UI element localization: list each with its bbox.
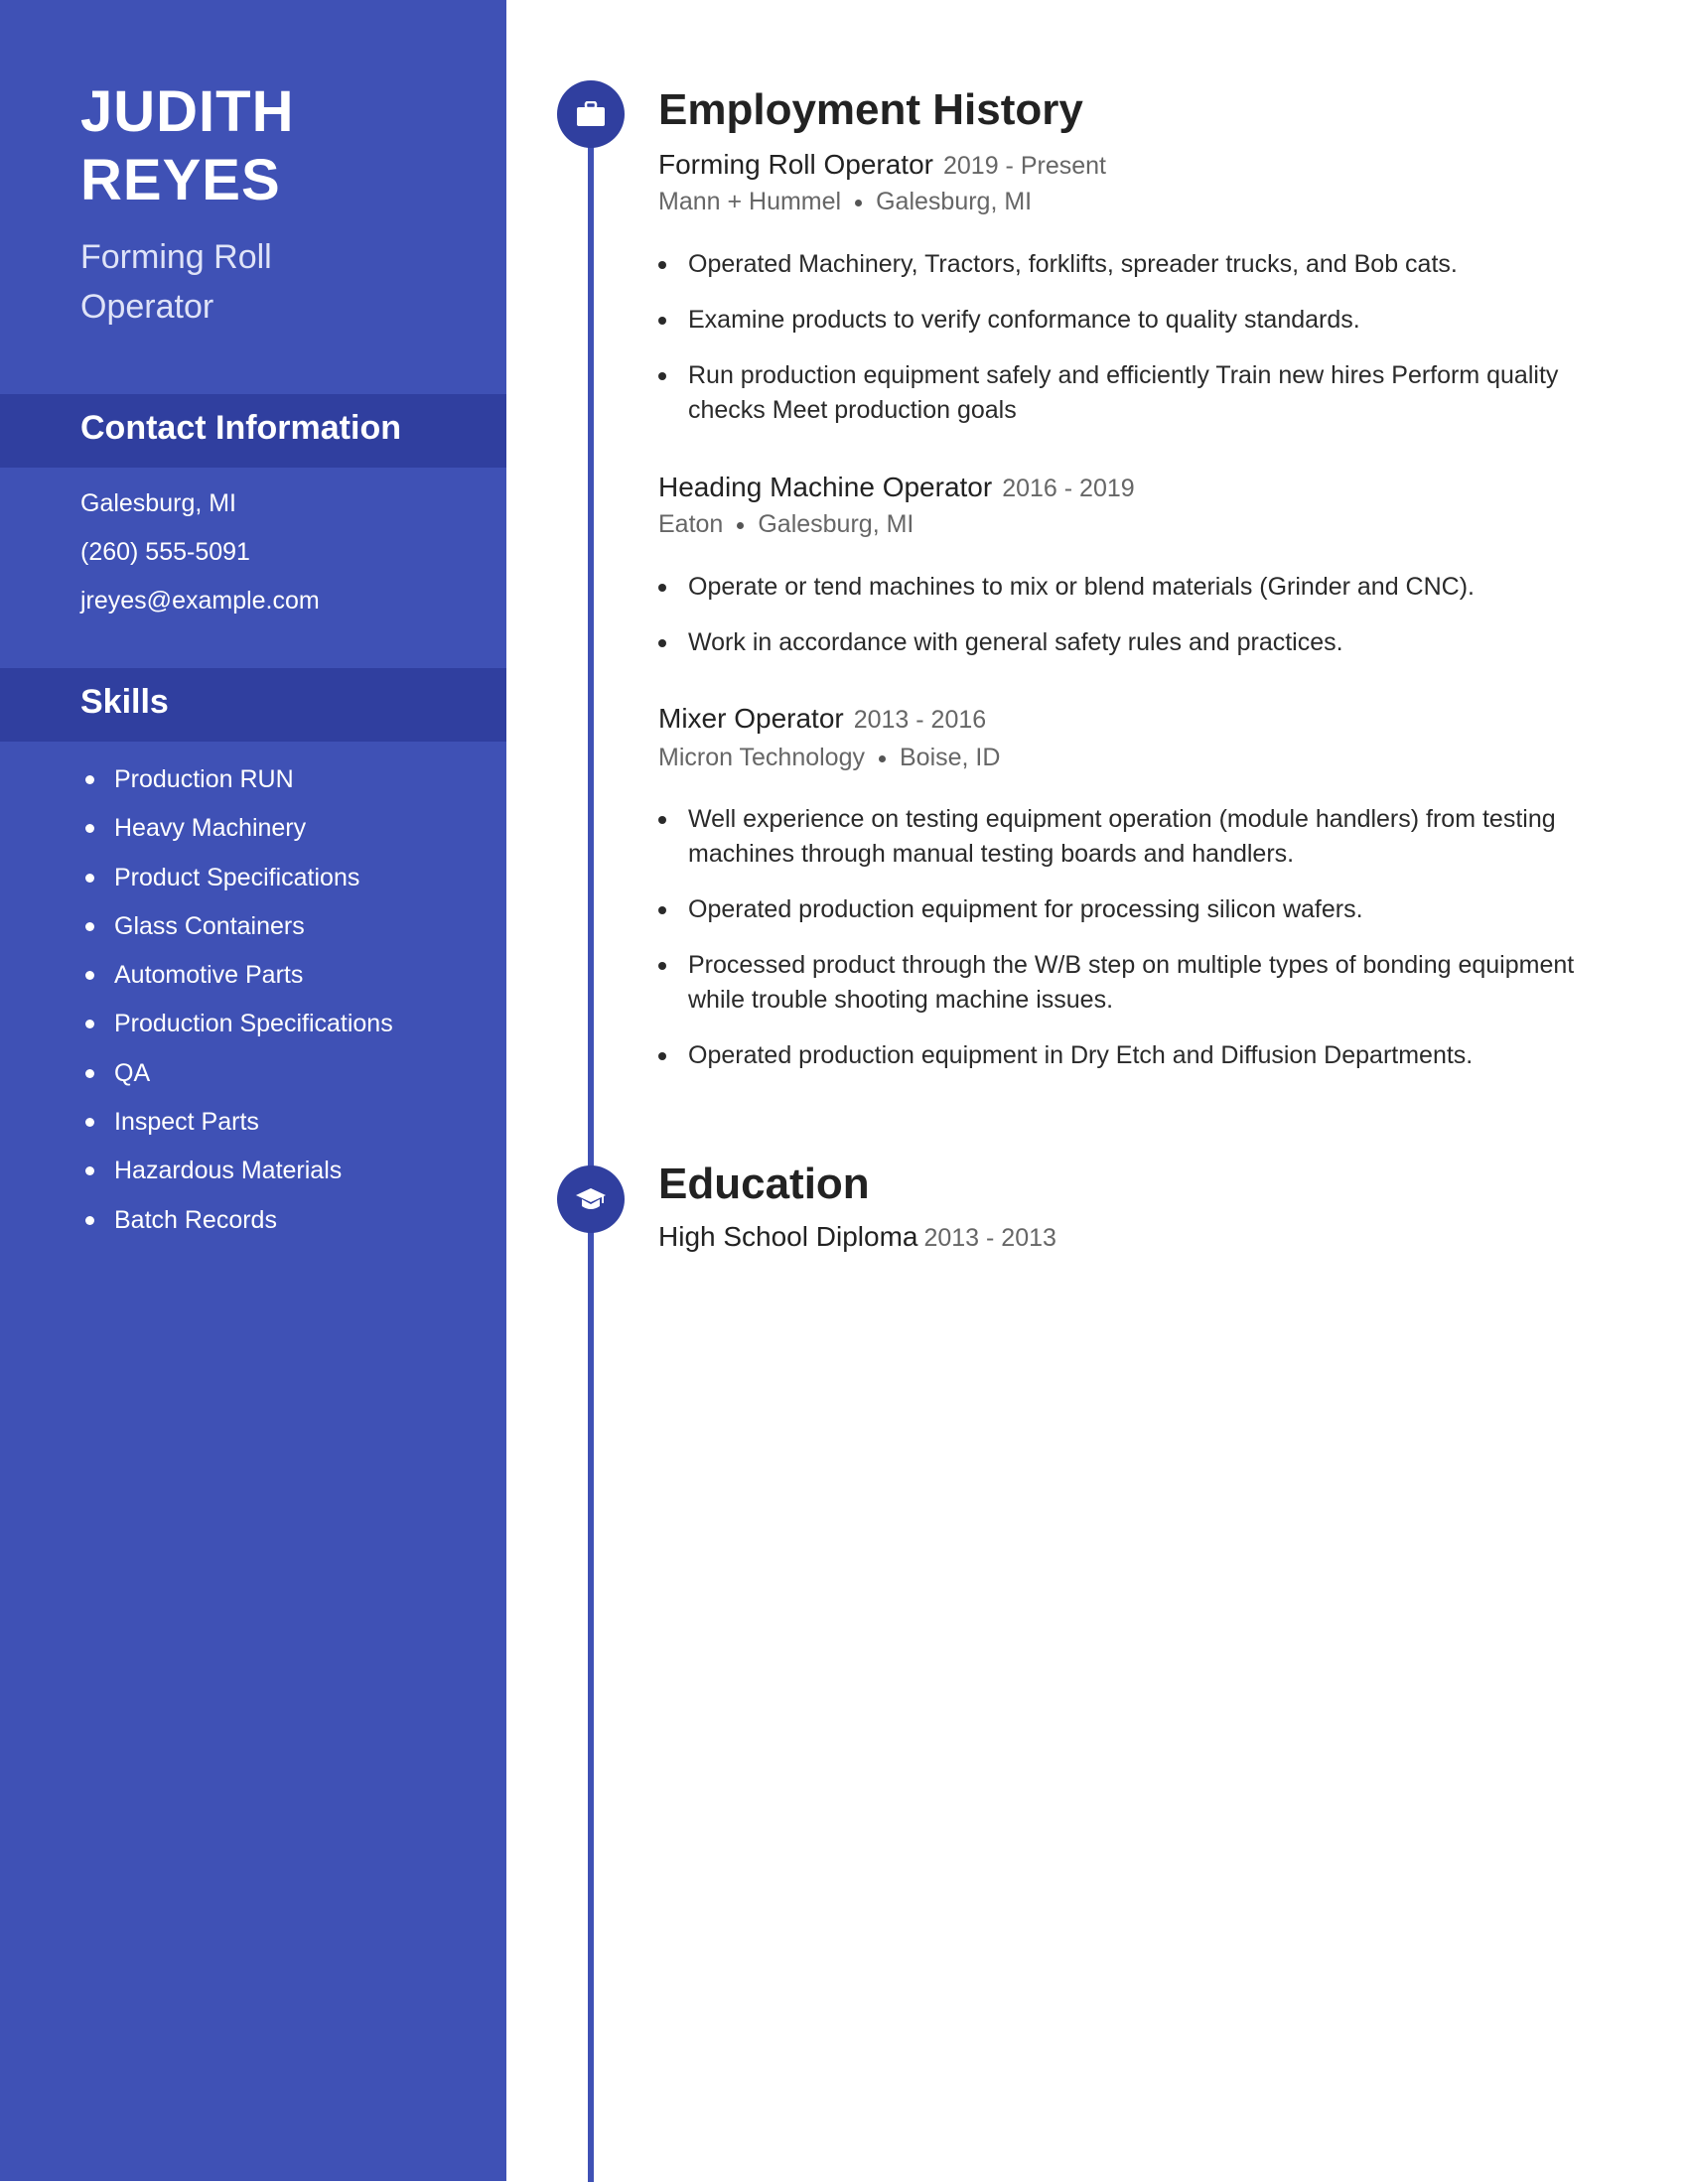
skill-item: Automotive Parts bbox=[80, 958, 393, 1007]
skills-heading-band: Skills bbox=[0, 668, 506, 742]
skill-item: Product Specifications bbox=[80, 861, 393, 909]
skill-item: Glass Containers bbox=[80, 909, 393, 958]
contact-heading: Contact Information bbox=[80, 409, 401, 447]
skill-item: Batch Records bbox=[80, 1203, 393, 1252]
skill-item: Production Specifications bbox=[80, 1007, 393, 1055]
last-name: REYES bbox=[80, 148, 281, 212]
job-bullets: Operate or tend machines to mix or blend… bbox=[658, 570, 1582, 681]
job-title-text: Mixer Operator bbox=[658, 703, 844, 734]
degree: High School Diploma bbox=[658, 1221, 918, 1252]
job-dates: 2013 - 2016 bbox=[853, 706, 987, 734]
job-title: Heading Machine Operator 2016 - 2019 bbox=[658, 472, 1135, 503]
skill-item: Hazardous Materials bbox=[80, 1154, 393, 1202]
job-dates: 2019 - Present bbox=[942, 152, 1106, 180]
job-dates: 2016 - 2019 bbox=[1002, 475, 1135, 502]
candidate-name: JUDITH REYES bbox=[80, 77, 294, 214]
job-title: Mixer Operator 2013 - 2016 bbox=[658, 703, 986, 735]
job-title-text: Heading Machine Operator bbox=[658, 472, 993, 502]
subtitle-line-2: Operator bbox=[80, 288, 214, 326]
job-location: Boise, ID bbox=[899, 744, 1001, 771]
job-meta: Eaton Galesburg, MI bbox=[658, 510, 914, 539]
job-bullet: Examine products to verify conformance t… bbox=[658, 303, 1582, 338]
skill-item: QA bbox=[80, 1056, 393, 1105]
job-bullet: Well experience on testing equipment ope… bbox=[658, 802, 1582, 872]
sidebar: JUDITH REYES Forming Roll Operator Conta… bbox=[0, 0, 506, 2181]
job-bullet: Operated Machinery, Tractors, forklifts,… bbox=[658, 247, 1582, 282]
contact-location: Galesburg, MI bbox=[80, 489, 237, 517]
briefcase-icon bbox=[577, 101, 605, 126]
employment-heading: Employment History bbox=[658, 85, 1083, 134]
job-meta: Micron Technology Boise, ID bbox=[658, 744, 1000, 772]
skills-list: Production RUN Heavy Machinery Product S… bbox=[80, 762, 393, 1252]
contact-phone: (260) 555-5091 bbox=[80, 538, 250, 566]
job-bullets: Operated Machinery, Tractors, forklifts,… bbox=[658, 247, 1582, 449]
graduation-cap-icon bbox=[576, 1188, 606, 1209]
job-bullet: Operated production equipment in Dry Etc… bbox=[658, 1038, 1582, 1073]
job-company: Mann + Hummel bbox=[658, 188, 842, 215]
employment-icon-circle bbox=[557, 80, 625, 148]
skill-item: Heavy Machinery bbox=[80, 811, 393, 860]
timeline-line bbox=[588, 114, 594, 2182]
contact-heading-band: Contact Information bbox=[0, 394, 506, 468]
job-bullet: Processed product through the W/B step o… bbox=[658, 948, 1582, 1018]
skills-heading: Skills bbox=[80, 683, 169, 721]
job-title-subtitle: Forming Roll Operator bbox=[80, 232, 458, 332]
job-bullet: Run production equipment safely and effi… bbox=[658, 358, 1582, 428]
separator-dot bbox=[737, 521, 745, 529]
job-company: Eaton bbox=[658, 510, 724, 538]
job-location: Galesburg, MI bbox=[758, 510, 914, 538]
education-item: High School Diploma 2013 - 2013 bbox=[658, 1221, 1056, 1253]
contact-email[interactable]: jreyes@example.com bbox=[80, 584, 320, 632]
subtitle-line-1: Forming Roll bbox=[80, 238, 272, 276]
job-bullet: Operate or tend machines to mix or blend… bbox=[658, 570, 1582, 605]
job-bullet: Work in accordance with general safety r… bbox=[658, 625, 1582, 660]
contact-list: Galesburg, MI (260) 555-5091 jreyes@exam… bbox=[80, 486, 320, 632]
job-title-text: Forming Roll Operator bbox=[658, 149, 933, 180]
job-location: Galesburg, MI bbox=[876, 188, 1033, 215]
skill-item: Inspect Parts bbox=[80, 1105, 393, 1154]
job-title: Forming Roll Operator 2019 - Present bbox=[658, 149, 1106, 181]
separator-dot bbox=[878, 754, 886, 762]
education-heading: Education bbox=[658, 1160, 870, 1208]
education-icon-circle bbox=[557, 1165, 625, 1233]
skill-item: Production RUN bbox=[80, 762, 393, 811]
education-dates: 2013 - 2013 bbox=[923, 1224, 1056, 1252]
job-bullets: Well experience on testing equipment ope… bbox=[658, 802, 1582, 1094]
job-company: Micron Technology bbox=[658, 744, 865, 771]
job-bullet: Operated production equipment for proces… bbox=[658, 892, 1582, 927]
first-name: JUDITH bbox=[80, 79, 295, 144]
job-meta: Mann + Hummel Galesburg, MI bbox=[658, 188, 1032, 216]
separator-dot bbox=[855, 199, 863, 206]
